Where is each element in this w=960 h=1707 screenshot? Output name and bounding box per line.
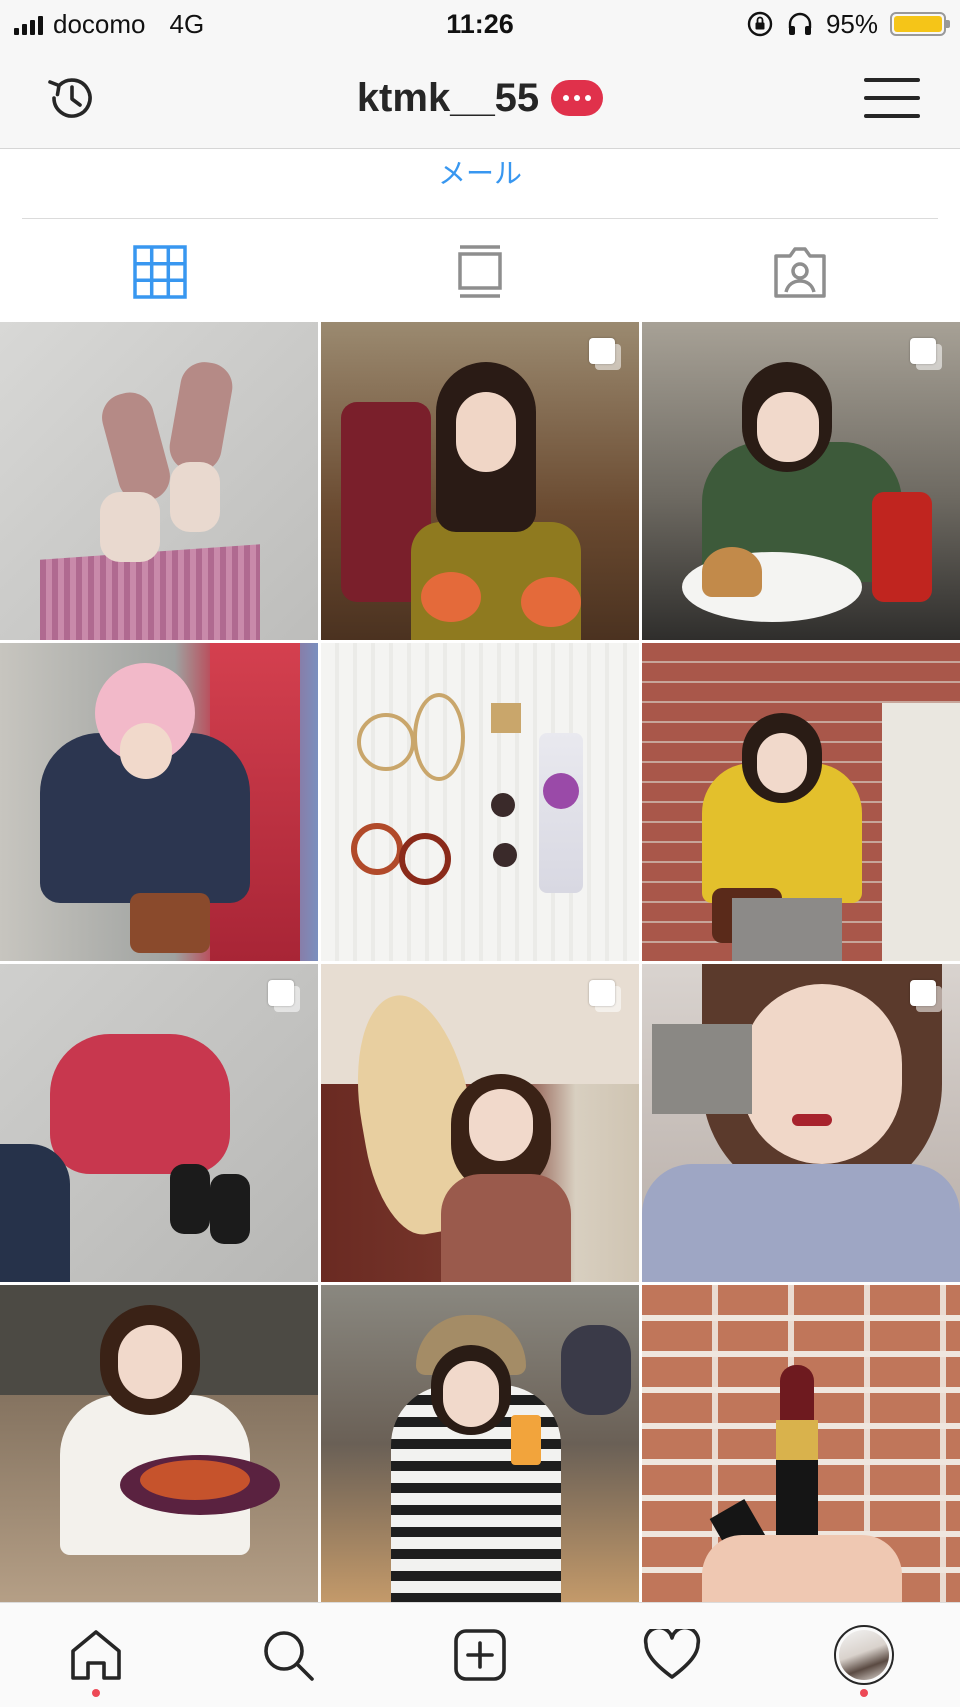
post-thumbnail[interactable] [642, 964, 960, 1282]
notification-dot [860, 1689, 868, 1697]
nav-new-post[interactable] [384, 1603, 576, 1707]
tab-grid-view[interactable] [0, 222, 320, 322]
tagged-person-icon [774, 247, 826, 298]
hamburger-menu-icon[interactable] [864, 70, 920, 126]
username-label: ktmk__55 [356, 75, 540, 120]
profile-avatar-icon [834, 1625, 894, 1685]
posts-grid [0, 322, 960, 1603]
divider [22, 218, 938, 219]
tab-tagged[interactable] [640, 222, 960, 322]
post-thumbnail[interactable] [0, 1285, 318, 1603]
multiple-photos-icon [910, 338, 944, 372]
battery-icon [890, 12, 950, 36]
post-thumbnail[interactable] [321, 643, 639, 961]
nav-activity[interactable] [576, 1603, 768, 1707]
headphones-icon [788, 12, 812, 35]
post-thumbnail[interactable] [0, 964, 318, 1282]
nav-home[interactable] [0, 1603, 192, 1707]
search-icon [264, 1631, 314, 1681]
heart-icon [643, 1629, 701, 1679]
tab-feed-view[interactable] [320, 222, 640, 322]
post-thumbnail[interactable] [642, 643, 960, 961]
multiple-photos-icon [589, 980, 623, 1014]
post-thumbnail[interactable] [321, 1285, 639, 1603]
post-thumbnail[interactable] [642, 322, 960, 640]
grid-icon [133, 245, 187, 299]
nav-profile[interactable] [768, 1603, 960, 1707]
multiple-photos-icon [589, 338, 623, 372]
email-contact-link[interactable]: メール [0, 152, 960, 192]
post-thumbnail[interactable] [0, 322, 318, 640]
profile-header: ktmk__55 [0, 48, 960, 149]
more-dots-icon[interactable] [551, 80, 604, 116]
nav-search[interactable] [192, 1603, 384, 1707]
status-right: 95% [746, 0, 950, 48]
multiple-photos-icon [268, 980, 302, 1014]
post-thumbnail[interactable] [642, 1285, 960, 1603]
bottom-navigation [0, 1602, 960, 1707]
post-thumbnail[interactable] [321, 964, 639, 1282]
username-title[interactable]: ktmk__55 [0, 48, 960, 148]
feed-icon [458, 245, 502, 298]
profile-tabs [0, 222, 960, 322]
status-bar: docomo 4G 11:26 95% [0, 0, 960, 48]
add-post-icon [454, 1629, 506, 1681]
rotation-lock-icon [747, 11, 773, 37]
multiple-photos-icon [910, 980, 944, 1014]
post-thumbnail[interactable] [321, 322, 639, 640]
notification-dot [92, 1689, 100, 1697]
post-thumbnail[interactable] [0, 643, 318, 961]
home-icon [71, 1630, 121, 1680]
battery-percent: 95% [825, 8, 878, 39]
